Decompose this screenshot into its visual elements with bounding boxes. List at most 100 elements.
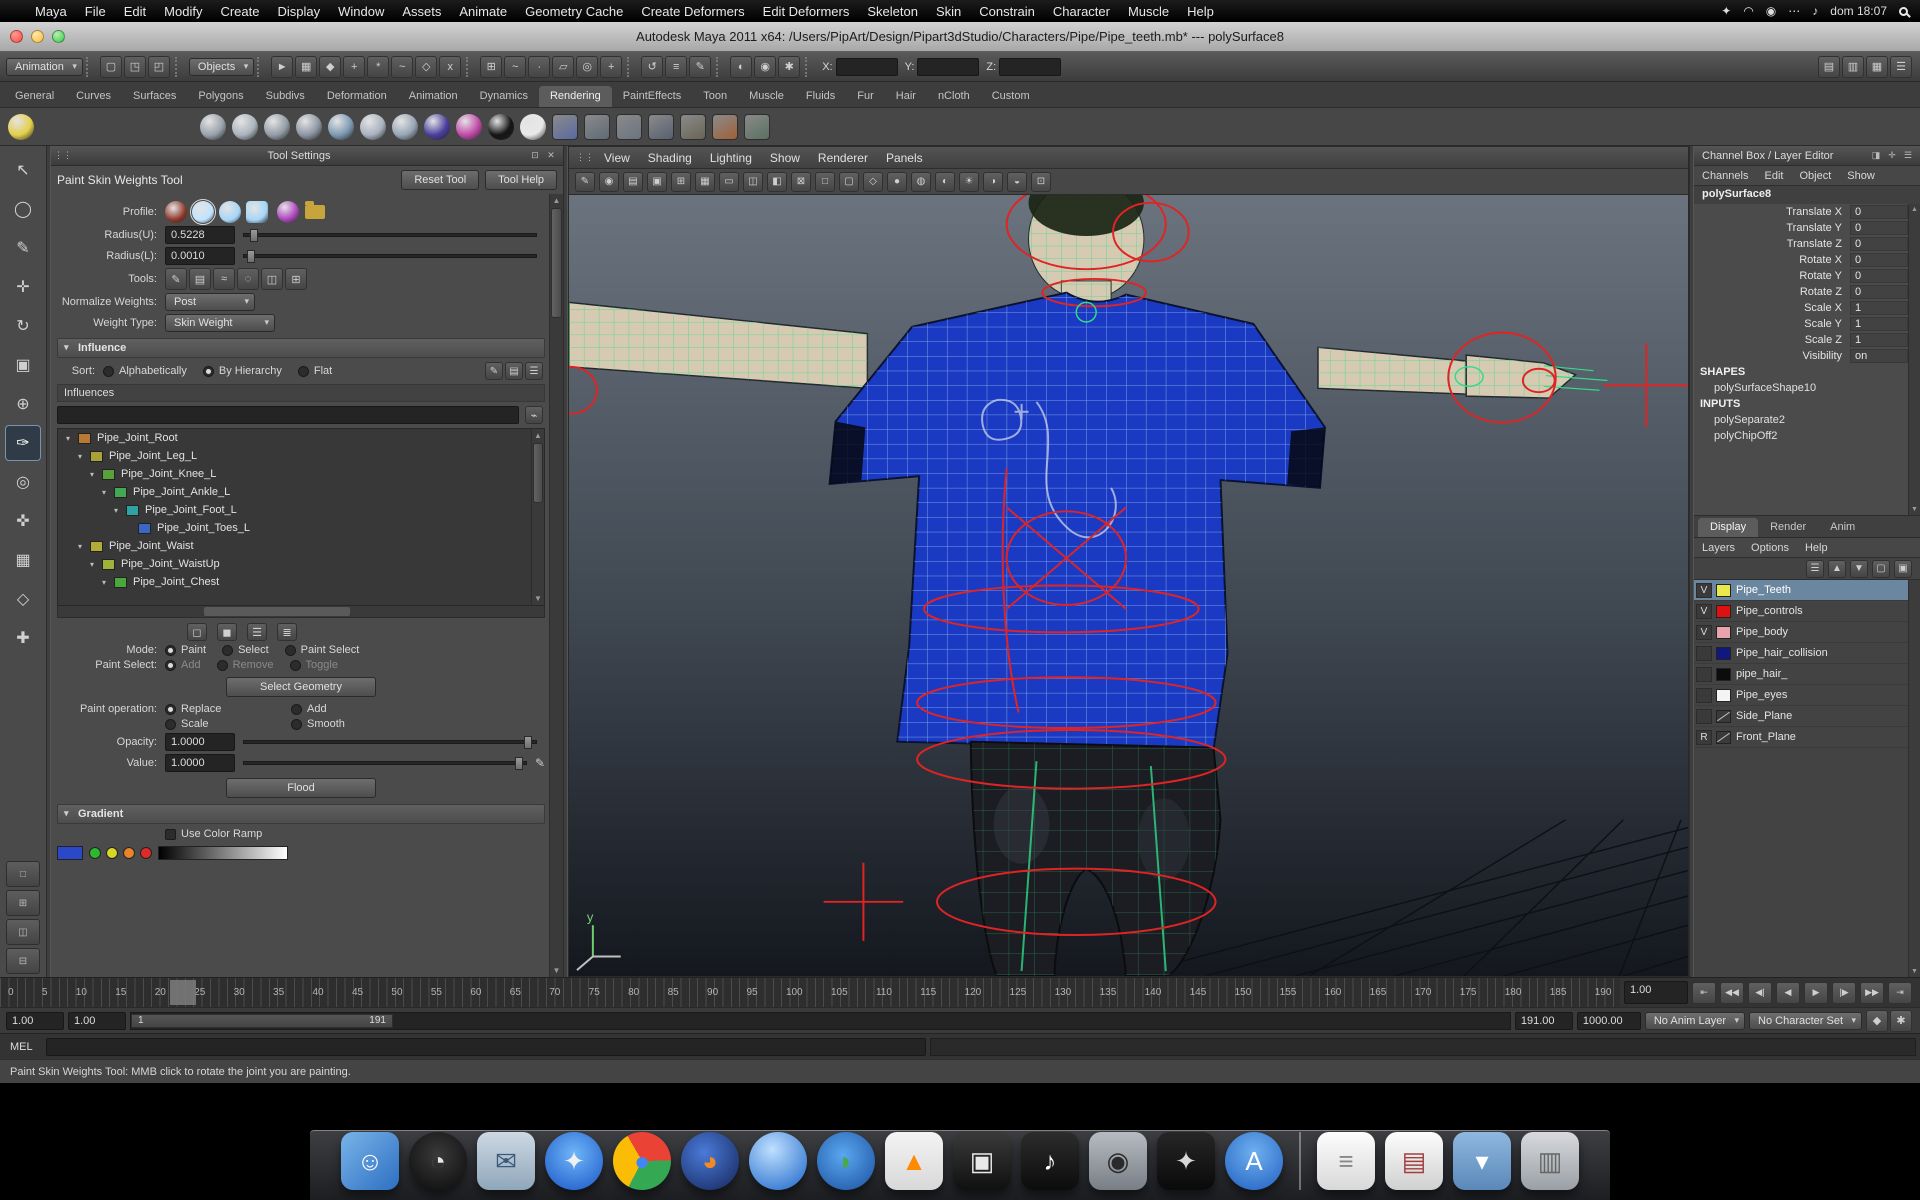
gate-mask-icon[interactable]: ◧ [767,172,787,192]
layer-menu-item[interactable]: Help [1797,542,1836,554]
layer-color-swatch[interactable] [1716,647,1731,660]
paint-effects-icon[interactable] [712,114,738,140]
grip-divider[interactable] [716,57,724,77]
shelf-tab[interactable]: Animation [398,86,469,107]
chrome-dock-icon[interactable]: ● [613,1132,671,1190]
lasso-select-tool-icon[interactable]: ◯ [5,191,41,227]
use-color-ramp-checkbox[interactable]: Use Color Ramp [165,828,262,840]
layer-editor-tab[interactable]: Anim [1818,518,1867,537]
layer-color-swatch[interactable] [1716,626,1731,639]
expander-icon[interactable]: ▾ [90,470,102,479]
sort-option[interactable]: Flat [298,365,332,377]
menubar-item[interactable]: Animate [450,4,516,19]
expander-icon[interactable]: ▾ [114,506,126,515]
viewport-menu-item[interactable]: View [595,151,639,165]
paint-select-option[interactable]: Remove [217,659,274,671]
radius-u-input[interactable]: 0.5228 [165,226,235,244]
channel-row[interactable]: Visibility on [1694,348,1908,364]
crease-tool-icon[interactable]: ◇ [5,581,41,617]
ramp-color-dot[interactable] [89,847,101,859]
layer-editor-tab[interactable]: Display [1698,518,1758,537]
step-back-frame-icon[interactable]: ◀| [1748,982,1772,1004]
layer-color-swatch[interactable] [1716,710,1731,723]
ramp-color-dot[interactable] [106,847,118,859]
menubar-item[interactable]: Create Deformers [632,4,753,19]
ambient-light-icon[interactable] [136,114,162,140]
make-live-icon[interactable]: ◎ [576,56,598,78]
expander-icon[interactable]: ▾ [66,434,78,443]
influence-row[interactable]: ▾ Pipe_Joint_Root [58,429,544,447]
paint-weights-list-icon[interactable]: ✎ [485,362,503,380]
layer-row[interactable]: V Pipe_controls [1694,601,1908,622]
menubar-item[interactable]: Skeleton [858,4,927,19]
dock-panel-icon[interactable]: ⊡ [527,149,543,163]
area-light-icon[interactable] [104,114,130,140]
channel-display-icon[interactable]: ◨ [1868,149,1884,163]
channels-scrollbar[interactable]: ▲▼ [1908,204,1920,515]
animation-start-field[interactable]: 1.00 [6,1012,64,1030]
layer-move-down-icon[interactable]: ▼ [1850,560,1868,578]
layer-row[interactable]: Pipe_hair_collision [1694,643,1908,664]
audio-app-dock-icon[interactable]: ♪ [1021,1132,1079,1190]
universal-access-icon[interactable]: ✦ [1721,4,1731,18]
layer-sort-icon[interactable]: ☰ [1806,560,1824,578]
list-view-icon[interactable]: ☰ [247,623,267,641]
auto-keyframe-icon[interactable]: ◆ [1866,1010,1888,1032]
expander-icon[interactable]: ▾ [102,578,114,587]
go-to-start-icon[interactable]: ⇤ [1692,982,1716,1004]
influence-row[interactable]: Pipe_Joint_Toes_L [58,519,544,537]
channel-box-toggle-icon[interactable]: ▦ [1866,56,1888,78]
channel-value[interactable]: 0 [1850,221,1908,235]
image-plane-icon[interactable]: ▣ [647,172,667,192]
paint-select-tool-icon[interactable]: ✎ [5,230,41,266]
mode-option[interactable]: Paint Select [285,644,360,656]
shelf-tab[interactable]: Dynamics [469,86,539,107]
influence-row[interactable]: ▾ Pipe_Joint_Leg_L [58,447,544,465]
paint-operation-option[interactable]: Smooth [291,718,401,730]
layer-visibility-toggle[interactable] [1696,667,1712,682]
rich-document-dock-icon[interactable]: ▤ [1385,1132,1443,1190]
playback-start-field[interactable]: 1.00 [68,1012,126,1030]
select-tool-icon[interactable]: ↖ [5,152,41,188]
menubar-item[interactable]: Modify [155,4,211,19]
wireframe-icon[interactable]: ◇ [863,172,883,192]
viewport-menu-item[interactable]: Renderer [809,151,877,165]
layer-color-swatch[interactable] [1716,668,1731,681]
blue-orb-app-dock-icon[interactable] [749,1132,807,1190]
input-menu-icon[interactable]: ⋯ [1788,4,1800,18]
layer-row[interactable]: Side_Plane [1694,706,1908,727]
menubar-item[interactable]: Help [1178,4,1223,19]
channel-value[interactable]: 0 [1850,205,1908,219]
shelf-tab[interactable]: Rendering [539,86,612,107]
expander-icon[interactable]: ▾ [78,452,90,461]
shelf-tab[interactable]: Custom [981,86,1041,107]
attribute-editor-toggle-icon[interactable]: ▤ [1818,56,1840,78]
anim-layer-dropdown[interactable]: No Anim Layer [1645,1012,1745,1030]
layer-row[interactable]: pipe_hair_ [1694,664,1908,685]
shelf-tab[interactable]: Fur [846,86,885,107]
ipr-render-icon[interactable]: ◉ [754,56,776,78]
select-geometry-button[interactable]: Select Geometry [226,677,376,697]
phong-material-icon[interactable] [360,114,386,140]
selected-object-name[interactable]: polySurface8 [1694,186,1920,204]
grip-icon[interactable]: ⋮⋮ [55,149,71,163]
menubar-item[interactable]: Assets [393,4,450,19]
play-backwards-icon[interactable]: ◀ [1776,982,1800,1004]
paint-skin-weights-tool-icon[interactable]: ✑ [5,425,41,461]
browse-brush-folder-icon[interactable] [305,205,325,219]
camera-app-dock-icon[interactable]: ◉ [1089,1132,1147,1190]
phong-e-material-icon[interactable] [392,114,418,140]
shelf-tab[interactable]: Toon [692,86,738,107]
select-by-object-icon[interactable]: ▦ [295,56,317,78]
grip-divider[interactable] [627,57,635,77]
select-by-component-icon[interactable]: ◆ [319,56,341,78]
blur-brush-icon[interactable]: ◌ [237,268,259,290]
shelf-tab[interactable]: Curves [65,86,122,107]
opacity-input[interactable]: 1.0000 [165,733,235,751]
finder-dock-icon[interactable]: ☺ [341,1132,399,1190]
ramp-color-swatch[interactable] [57,846,83,860]
menu-set-dropdown[interactable]: Animation [6,58,83,76]
safe-title-icon[interactable]: ▢ [839,172,859,192]
playback-end-field[interactable]: 191.00 [1515,1012,1573,1030]
expander-icon[interactable]: ▾ [102,488,114,497]
